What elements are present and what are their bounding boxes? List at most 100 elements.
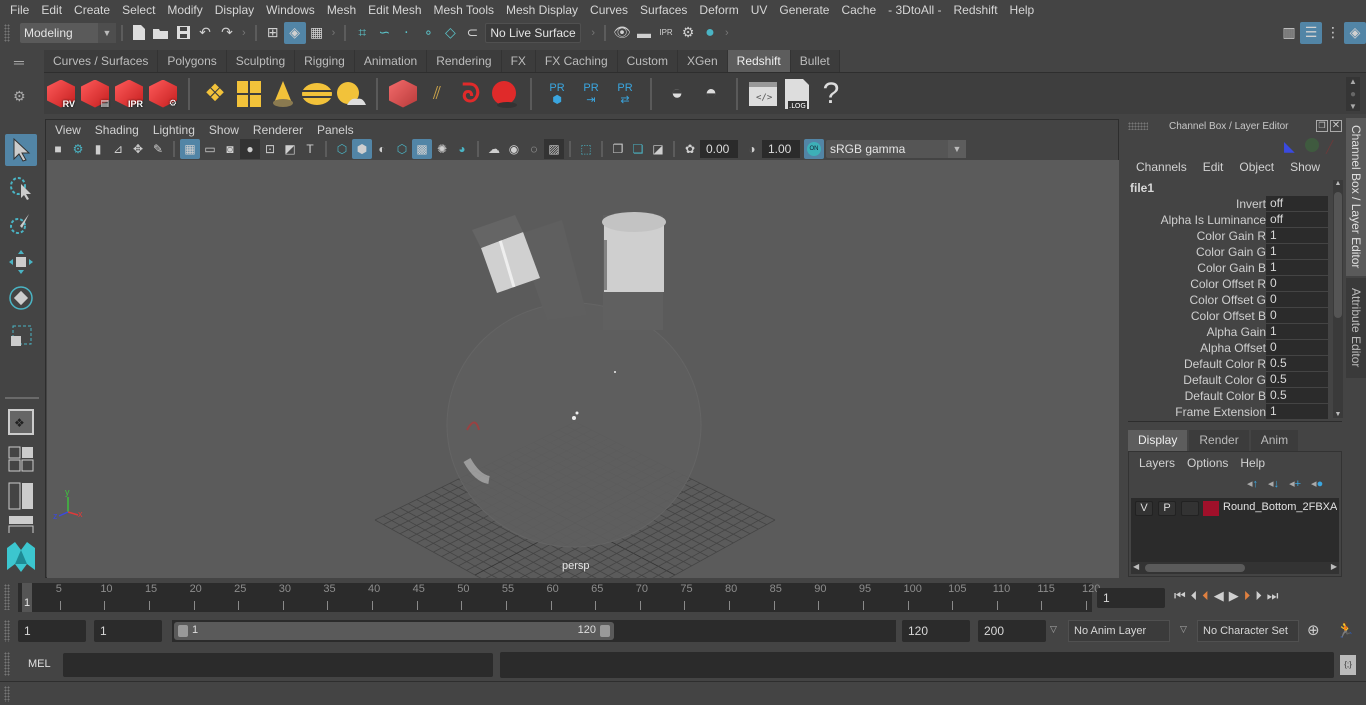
xray-active-icon[interactable]: ❏ bbox=[628, 139, 648, 159]
open-scene-icon[interactable] bbox=[150, 22, 172, 44]
attribute-value-field[interactable]: 1 bbox=[1266, 228, 1328, 243]
channel-box-toggle-icon[interactable]: ◈ bbox=[1344, 21, 1366, 44]
redshift-sun-light-button[interactable] bbox=[335, 77, 367, 111]
collapse-arrow-icon[interactable]: › bbox=[591, 27, 595, 39]
menu-item[interactable]: Edit bbox=[35, 0, 68, 20]
safe-action-icon[interactable]: ◩ bbox=[280, 139, 300, 159]
move-layer-down-icon[interactable]: ◂↓ bbox=[1268, 477, 1279, 490]
grip-handle[interactable] bbox=[4, 620, 10, 642]
tab-channel-box[interactable]: Channel Box / Layer Editor bbox=[1346, 118, 1366, 276]
panel-menu-item[interactable]: View bbox=[48, 123, 88, 137]
select-object-icon[interactable]: ◈ bbox=[283, 21, 306, 44]
layer-tab[interactable]: Anim bbox=[1250, 430, 1299, 451]
attribute-label[interactable]: Color Offset B bbox=[1191, 308, 1266, 324]
new-layer-selected-icon[interactable]: ◂● bbox=[1311, 477, 1323, 490]
redshift-hair-button[interactable]: ⫽ bbox=[421, 77, 453, 111]
tool-settings-icon[interactable]: ⋮ bbox=[1322, 22, 1344, 44]
collapse-arrow-icon[interactable]: › bbox=[242, 27, 246, 39]
slash-icon[interactable]: ╱ bbox=[1326, 140, 1333, 154]
bake-multiple-button[interactable]: ◒ bbox=[661, 77, 693, 111]
attribute-value-field[interactable]: 0 bbox=[1266, 308, 1328, 323]
attribute-editor-toggle-icon[interactable]: ☰ bbox=[1300, 21, 1322, 44]
script-language-toggle[interactable]: MEL bbox=[28, 658, 51, 670]
shelf-tab[interactable]: Sculpting bbox=[226, 50, 296, 72]
scroll-thumb[interactable] bbox=[1334, 192, 1342, 318]
play-forwards-icon[interactable]: ▶ bbox=[1229, 588, 1239, 604]
close-icon[interactable]: ✕ bbox=[1330, 120, 1342, 132]
menu-item[interactable]: UV bbox=[745, 0, 774, 20]
smooth-shade-icon[interactable]: ⬢ bbox=[352, 139, 372, 159]
shelf-settings-gear-icon[interactable]: ⚙ bbox=[13, 88, 26, 105]
attribute-label[interactable]: Color Gain R bbox=[1197, 228, 1266, 244]
step-forward-key-icon[interactable]: ⏵ bbox=[1244, 588, 1251, 604]
panel-menu-item[interactable]: Panels bbox=[310, 123, 361, 137]
snap-grid-icon[interactable]: ⌗ bbox=[351, 22, 373, 44]
layer-name[interactable]: Round_Bottom_2FBXA bbox=[1223, 501, 1337, 513]
grip-handle[interactable] bbox=[4, 23, 10, 42]
redo-icon[interactable]: ↷ bbox=[216, 22, 238, 44]
menu-item[interactable]: Create bbox=[68, 0, 116, 20]
layer-color-swatch[interactable] bbox=[1203, 501, 1219, 516]
scroll-right-icon[interactable]: ▶ bbox=[1331, 562, 1337, 571]
menu-item[interactable]: Generate bbox=[773, 0, 835, 20]
snap-surface-icon[interactable]: ◇ bbox=[439, 22, 461, 44]
attribute-value-field[interactable]: 1 bbox=[1266, 404, 1328, 419]
attribute-label[interactable]: Color Offset G bbox=[1190, 292, 1266, 308]
shelf-scroll[interactable]: ▲ ● ▼ bbox=[1346, 77, 1360, 111]
menu-item[interactable]: Curves bbox=[584, 0, 634, 20]
collapse-arrow-icon[interactable]: › bbox=[332, 27, 336, 39]
textured-icon[interactable]: ▩ bbox=[412, 139, 432, 159]
go-to-start-icon[interactable]: ⏮ bbox=[1174, 588, 1186, 604]
layer-playback-toggle[interactable]: P bbox=[1158, 501, 1176, 516]
menu-item[interactable]: Select bbox=[116, 0, 161, 20]
layer-tab[interactable]: Render bbox=[1189, 430, 1249, 451]
layer-hscrollbar[interactable]: ◀ ▶ bbox=[1131, 562, 1339, 574]
attribute-label[interactable]: Color Gain B bbox=[1197, 260, 1266, 276]
shelf-tab[interactable]: XGen bbox=[677, 50, 728, 72]
redshift-render-settings-button[interactable]: ⚙ bbox=[147, 77, 179, 111]
render-settings-icon[interactable]: ⚙ bbox=[677, 22, 699, 44]
shelf-tab[interactable]: Polygons bbox=[158, 50, 227, 72]
menu-item[interactable]: Surfaces bbox=[634, 0, 693, 20]
graph-persp-layout-button[interactable] bbox=[5, 514, 37, 534]
isolate-select-icon[interactable]: ⬚ bbox=[576, 139, 596, 159]
log-viewer-button[interactable]: .LOG bbox=[781, 77, 813, 111]
animation-start-field[interactable]: 1 bbox=[18, 620, 86, 642]
shelf-tab[interactable]: FX Caching bbox=[535, 50, 618, 72]
step-back-frame-icon[interactable]: ⏴ bbox=[1191, 588, 1198, 604]
anim-layer-dropdown-icon[interactable]: ▽ bbox=[1050, 624, 1057, 635]
shelf-tab[interactable]: Rendering bbox=[427, 50, 502, 72]
scroll-down-icon[interactable]: ▼ bbox=[1333, 411, 1343, 418]
animation-end-field[interactable]: 200 bbox=[978, 620, 1046, 642]
timeline-track[interactable]: 1 5 10 15 20 25 30 35 40 45 50 55 60 65 70 75 80 85 90 95 1… bbox=[18, 583, 1100, 612]
range-start-handle[interactable] bbox=[178, 625, 188, 637]
range-end-handle[interactable] bbox=[600, 625, 610, 637]
scroll-left-icon[interactable]: ◀ bbox=[1133, 562, 1139, 571]
new-scene-icon[interactable] bbox=[128, 22, 150, 44]
color-space-dropdown[interactable]: sRGB gamma ▼ bbox=[826, 140, 966, 158]
film-gate-icon[interactable]: ▭ bbox=[200, 139, 220, 159]
move-layer-up-icon[interactable]: ◂↑ bbox=[1247, 477, 1258, 490]
attribute-value-field[interactable]: 0.5 bbox=[1266, 388, 1328, 403]
live-surface-field[interactable]: No Live Surface bbox=[485, 22, 582, 43]
menu-item[interactable]: Mesh bbox=[321, 0, 362, 20]
exposure-field[interactable]: 0.00 bbox=[700, 140, 738, 158]
rotate-tool-button[interactable] bbox=[5, 282, 37, 314]
scroll-down-icon[interactable]: ▼ bbox=[1349, 102, 1357, 111]
menu-item[interactable]: Help bbox=[1004, 0, 1041, 20]
grip-handle[interactable] bbox=[4, 584, 10, 610]
shelf-tab[interactable]: Rigging bbox=[295, 50, 355, 72]
redshift-proxy-button[interactable] bbox=[387, 77, 419, 111]
attribute-label[interactable]: Alpha Is Luminance bbox=[1161, 212, 1266, 228]
shelf-tab[interactable]: Custom bbox=[617, 50, 678, 72]
attribute-value-field[interactable]: 1 bbox=[1266, 260, 1328, 275]
snap-point-icon[interactable]: ⋅ bbox=[395, 22, 417, 44]
redshift-pr-object-button[interactable]: PR ⬢ bbox=[541, 77, 573, 111]
collapse-arrow-icon[interactable]: › bbox=[725, 27, 729, 39]
scroll-up-icon[interactable]: ▲ bbox=[1333, 180, 1343, 187]
camera-attributes-icon[interactable]: ⚙ bbox=[68, 139, 88, 159]
bookmarks-icon[interactable]: ▮ bbox=[88, 139, 108, 159]
use-all-lights-icon[interactable]: ✺ bbox=[432, 139, 452, 159]
attribute-value-field[interactable]: 1 bbox=[1266, 244, 1328, 259]
menu-item[interactable]: Cache bbox=[835, 0, 882, 20]
